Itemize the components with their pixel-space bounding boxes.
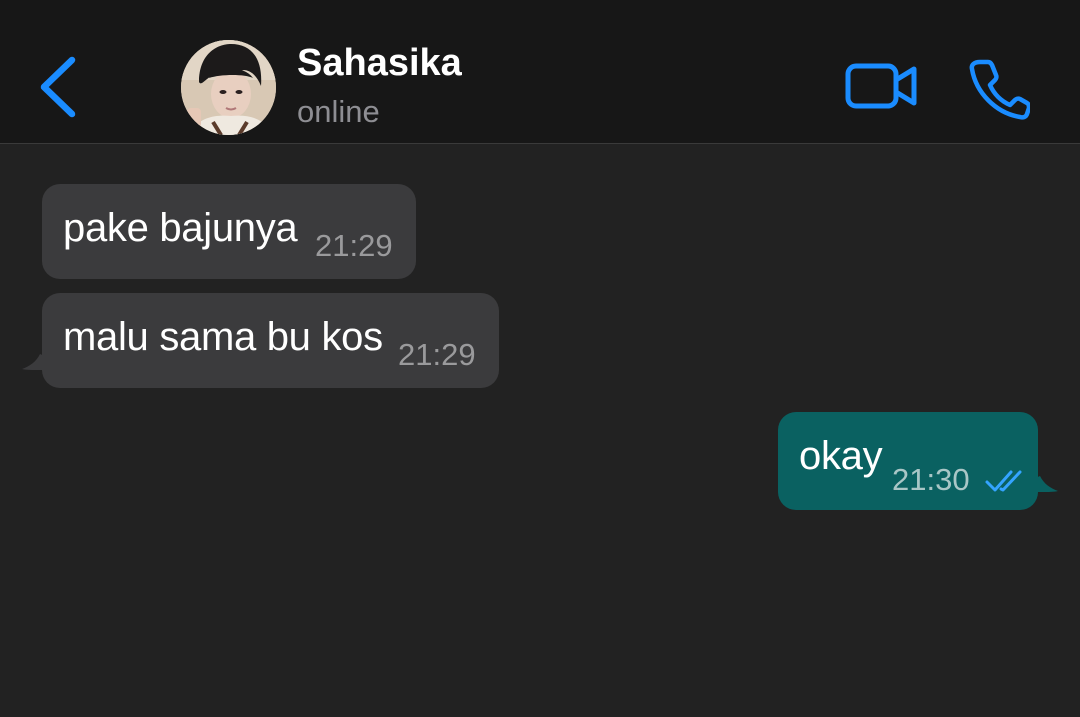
phone-icon <box>969 59 1032 120</box>
message-text: pake bajunya <box>63 206 298 250</box>
contact-avatar[interactable] <box>181 40 276 135</box>
message-bubble-incoming[interactable]: malu sama bu kos 21:29 <box>42 293 499 388</box>
chat-header: Sahasika online <box>0 0 1080 144</box>
message-text: okay <box>799 434 883 478</box>
message-text: malu sama bu kos <box>63 315 383 359</box>
video-call-button[interactable] <box>842 58 922 114</box>
double-check-icon <box>985 470 1022 492</box>
message-time: 21:30 <box>892 462 970 497</box>
message-bubble-incoming[interactable]: pake bajunya 21:29 <box>42 184 416 279</box>
back-button[interactable] <box>30 48 90 128</box>
video-camera-icon <box>845 63 917 109</box>
chevron-left-icon <box>40 56 76 118</box>
message-time: 21:29 <box>398 337 476 372</box>
voice-call-button[interactable] <box>966 57 1032 121</box>
avatar-image <box>181 40 276 135</box>
contact-status: online <box>297 94 380 129</box>
contact-name[interactable]: Sahasika <box>297 42 462 85</box>
message-bubble-outgoing[interactable]: okay 21:30 <box>778 412 1038 510</box>
chat-screen: Sahasika online pake bajunya 21:29 malu … <box>0 0 1080 717</box>
message-time: 21:29 <box>315 228 393 263</box>
